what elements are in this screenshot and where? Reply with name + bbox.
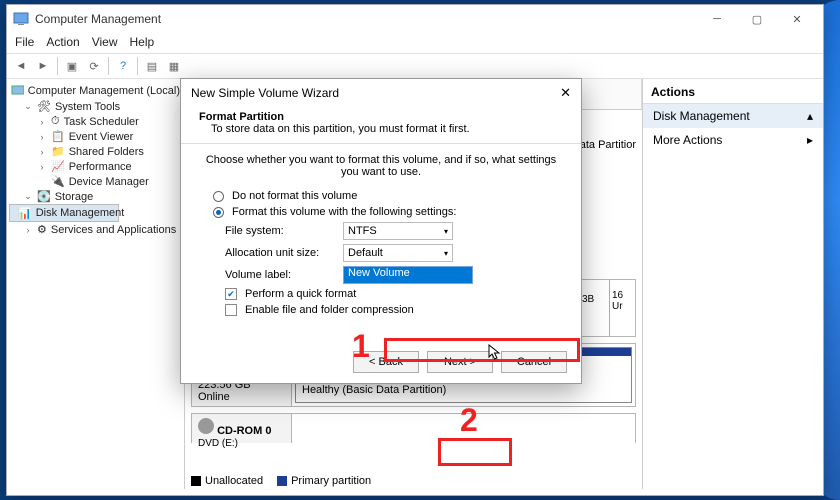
menubar: File Action View Help [7,33,823,53]
filesystem-select[interactable]: NTFS▾ [343,222,453,240]
chevron-down-icon: ▾ [444,227,448,236]
tree-shared-folders[interactable]: ›📁Shared Folders [9,144,182,159]
minimize-button[interactable]: ─ [697,8,737,30]
next-button[interactable]: Next > [427,351,493,373]
tree-device-manager[interactable]: 🔌Device Manager [9,174,182,189]
allocation-select[interactable]: Default▾ [343,244,453,262]
forward-icon[interactable]: ► [33,56,53,76]
tree-storage-label: Storage [55,191,94,203]
tree-root-label: Computer Management (Local) [28,85,180,97]
cdrom-info: CD-ROM 0 DVD (E:) [192,414,292,443]
menu-action[interactable]: Action [46,35,79,49]
new-simple-volume-wizard: New Simple Volume Wizard ✕ Format Partit… [180,78,582,384]
radio-format[interactable]: Format this volume with the following se… [213,206,559,218]
actions-disk-management[interactable]: Disk Management▴ [643,104,823,128]
help-icon[interactable]: ? [113,56,133,76]
menu-view[interactable]: View [92,35,118,49]
allocation-label: Allocation unit size: [225,247,335,259]
filesystem-label: File system: [225,225,335,237]
wizard-title: New Simple Volume Wizard [191,86,339,100]
computer-icon [11,84,24,98]
row-allocation: Allocation unit size: Default▾ [225,244,559,262]
tree-root[interactable]: Computer Management (Local) [9,83,182,99]
volume-label-label: Volume label: [225,269,335,281]
chevron-right-icon: ▸ [807,133,813,147]
row-volume-label: Volume label: New Volume [225,266,559,284]
menu-file[interactable]: File [15,35,34,49]
collapse-icon: ▴ [807,109,813,123]
nav-tree: Computer Management (Local) ⌄🛠System Too… [7,79,185,489]
compression-checkbox[interactable] [225,304,237,316]
view-detail-icon[interactable]: ▦ [164,56,184,76]
tree-task-scheduler[interactable]: ›⏱Task Scheduler [9,114,182,129]
titlebar: Computer Management ─ ▢ ✕ [7,5,823,33]
tree-event-viewer[interactable]: ›📋Event Viewer [9,129,182,144]
refresh-icon[interactable]: ⟳ [84,56,104,76]
wizard-close-icon[interactable]: ✕ [560,85,571,101]
actions-pane: Actions Disk Management▴ More Actions▸ [643,79,823,489]
row-quick-format[interactable]: ✔Perform a quick format [225,288,559,300]
legend-primary: Primary partition [291,475,371,487]
tree-performance[interactable]: ›📈Performance [9,159,182,174]
up-icon[interactable]: ▣ [62,56,82,76]
tree-services-apps[interactable]: ›⚙Services and Applications [9,222,182,237]
back-icon[interactable]: ◄ [11,56,31,76]
row-compression[interactable]: Enable file and folder compression [225,304,559,316]
tree-disk-management[interactable]: 📊Disk Management [9,204,119,222]
volume-label-input[interactable]: New Volume [343,266,473,284]
radio-no-format[interactable]: Do not format this volume [213,190,559,202]
toolbar: ◄ ► ▣ ⟳ ? ▤ ▦ [7,53,823,79]
back-button[interactable]: < Back [353,351,419,373]
wizard-subheading: To store data on this partition, you mus… [199,123,470,135]
cdrom-icon [198,418,214,434]
actions-more[interactable]: More Actions▸ [643,128,823,152]
legend: Unallocated Primary partition [191,475,371,487]
close-button[interactable]: ✕ [777,8,817,30]
actions-header: Actions [643,81,823,104]
tree-storage[interactable]: ⌄💽Storage [9,189,182,204]
tree-systools-label: System Tools [55,101,120,113]
window-title: Computer Management [35,12,161,26]
wizard-description: Choose whether you want to format this v… [203,154,559,178]
row-filesystem: File system: NTFS▾ [225,222,559,240]
tree-system-tools[interactable]: ⌄🛠System Tools [9,99,182,114]
cdrom-row[interactable]: CD-ROM 0 DVD (E:) [191,413,636,443]
legend-unallocated: Unallocated [205,475,263,487]
view-list-icon[interactable]: ▤ [142,56,162,76]
chevron-down-icon: ▾ [444,249,448,258]
menu-help[interactable]: Help [130,35,155,49]
quick-format-checkbox[interactable]: ✔ [225,288,237,300]
app-icon [13,11,29,27]
wizard-heading: Format Partition [199,111,284,123]
maximize-button[interactable]: ▢ [737,8,777,30]
cancel-button[interactable]: Cancel [501,351,567,373]
